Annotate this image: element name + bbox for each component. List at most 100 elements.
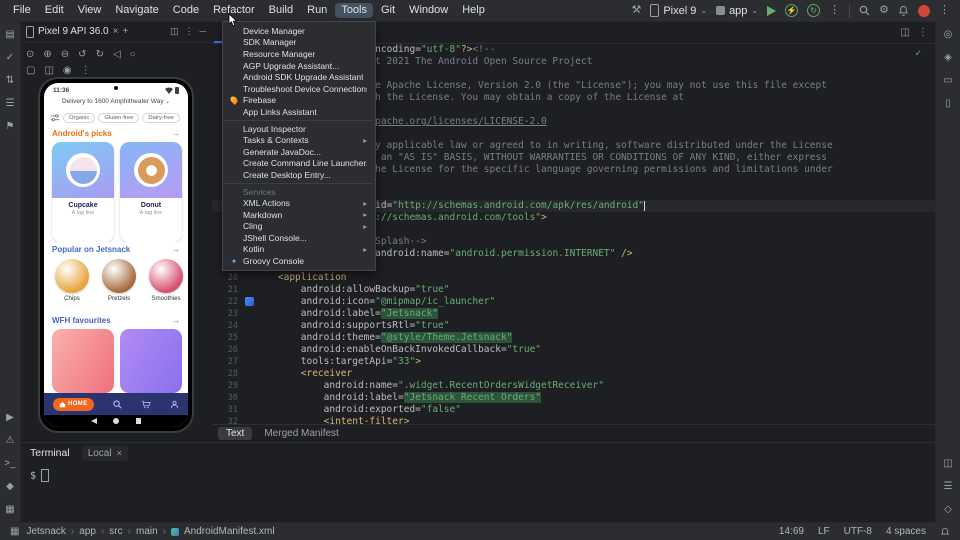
code-line[interactable]: 23 android:label="Jetsnack" bbox=[212, 308, 936, 320]
split-editor-icon[interactable]: ◫ bbox=[901, 27, 910, 38]
popular-snack-smoothies[interactable]: Smoothies bbox=[148, 259, 184, 313]
launcher-icon-preview[interactable] bbox=[245, 297, 254, 306]
split-panel-icon[interactable]: ◫ bbox=[170, 26, 179, 37]
code-line[interactable]: 22 android:icon="@mipmap/ic_launcher" bbox=[212, 296, 936, 308]
filter-chip-dairy-free[interactable]: Dairy-free bbox=[142, 113, 179, 123]
account-avatar[interactable] bbox=[918, 5, 930, 17]
panel-options-icon[interactable]: ⋮ bbox=[185, 26, 194, 37]
close-device-tab-icon[interactable]: × bbox=[113, 26, 119, 37]
menu-view[interactable]: View bbox=[72, 3, 108, 18]
code-line[interactable]: 20 <application bbox=[212, 272, 936, 284]
popular-snack-chips[interactable]: Chips bbox=[54, 259, 90, 313]
volume-up-icon[interactable]: ⊕ bbox=[43, 49, 51, 60]
device-tab-label[interactable]: Pixel 9 API 36.0 bbox=[38, 26, 109, 37]
pull-requests-icon[interactable]: ⇅ bbox=[6, 75, 14, 87]
snack-card-donut[interactable]: DonutA tag line bbox=[120, 142, 182, 242]
notifications-icon[interactable] bbox=[898, 5, 909, 16]
breadcrumb-item-androidmanifest-xml[interactable]: AndroidManifest.xml bbox=[184, 526, 275, 537]
android-home-button[interactable] bbox=[113, 418, 119, 424]
terminal-output[interactable]: $ bbox=[20, 463, 936, 488]
tools-menu-item-app-links-assistant[interactable]: App Links Assistant bbox=[223, 106, 375, 118]
notifications-icon[interactable] bbox=[940, 527, 950, 537]
tools-menu-item-groovy-console[interactable]: ✦Groovy Console bbox=[223, 255, 375, 267]
gradle-icon[interactable]: ◈ bbox=[944, 52, 952, 64]
device-selector-button[interactable]: Pixel 9 ⌄ bbox=[650, 4, 707, 17]
code-line[interactable]: 25 android:theme="@style/Theme.Jetsnack" bbox=[212, 332, 936, 344]
notifications-icon[interactable]: ◎ bbox=[944, 29, 953, 41]
see-more-arrow-icon[interactable]: → bbox=[172, 245, 180, 254]
apply-changes-icon[interactable]: ⚡ bbox=[785, 4, 798, 17]
running-devices-icon[interactable]: ▯ bbox=[945, 98, 951, 110]
terminal-icon[interactable]: >_ bbox=[4, 458, 15, 470]
breadcrumb-item-app[interactable]: app bbox=[79, 526, 96, 537]
device-mirror[interactable]: 11:36 Delivery to 1600 Amphitheater Way … bbox=[40, 79, 192, 431]
see-more-arrow-icon[interactable]: → bbox=[172, 316, 180, 325]
services-icon[interactable]: ▦ bbox=[5, 504, 14, 516]
structure-icon[interactable]: ☰ bbox=[6, 98, 15, 110]
tools-menu-item-jshell-console[interactable]: JShell Console... bbox=[223, 232, 375, 244]
logcat-icon[interactable]: ☰ bbox=[944, 481, 953, 493]
add-device-tab-icon[interactable]: + bbox=[122, 26, 128, 37]
tools-menu-item-device-manager[interactable]: Device Manager bbox=[223, 25, 375, 37]
rotate-right-icon[interactable]: ↻ bbox=[96, 49, 104, 60]
settings-icon[interactable]: ⚙ bbox=[879, 5, 889, 16]
android-recents-button[interactable] bbox=[136, 418, 142, 424]
filter-chip-organic[interactable]: Organic bbox=[63, 113, 95, 123]
tools-menu-item-resource-manager[interactable]: Resource Manager bbox=[223, 48, 375, 60]
build-icon[interactable]: ⚒ bbox=[631, 5, 641, 16]
bookmarks-icon[interactable]: ⚑ bbox=[6, 121, 15, 133]
hide-panel-icon[interactable]: ─ bbox=[200, 26, 206, 37]
menu-edit[interactable]: Edit bbox=[39, 3, 70, 18]
delivery-address-button[interactable]: Delivery to 1600 Amphitheater Way ⌄ bbox=[44, 98, 188, 109]
popular-snack-pretzels[interactable]: Pretzels bbox=[101, 259, 137, 313]
manifest-tab-merged-manifest[interactable]: Merged Manifest bbox=[256, 427, 346, 440]
run-button[interactable] bbox=[767, 6, 776, 16]
android-back-button[interactable] bbox=[91, 418, 97, 424]
code-line[interactable]: 27 tools:targetApi="33"> bbox=[212, 356, 936, 368]
nav-search-icon[interactable] bbox=[113, 400, 122, 409]
filter-chip-gluten-free[interactable]: Gluten-free bbox=[98, 113, 139, 123]
close-icon[interactable]: × bbox=[117, 448, 122, 458]
menu-build[interactable]: Build bbox=[263, 3, 299, 18]
tools-menu-item-generate-javadoc[interactable]: Generate JavaDoc... bbox=[223, 146, 375, 158]
run-tool-icon[interactable]: ▶ bbox=[6, 412, 14, 424]
volume-down-icon[interactable]: ⊖ bbox=[61, 49, 69, 60]
tools-menu-item-agp-upgrade-assistant[interactable]: AGP Upgrade Assistant... bbox=[223, 60, 375, 72]
tools-menu-item-markdown[interactable]: Markdown▸ bbox=[223, 209, 375, 221]
code-line[interactable]: 31 android:exported="false" bbox=[212, 404, 936, 416]
encoding[interactable]: UTF-8 bbox=[844, 526, 872, 537]
snack-card-cupcake[interactable]: CupcakeA tag line bbox=[52, 142, 114, 242]
terminal-tab-local[interactable]: Local × bbox=[82, 446, 128, 461]
power-icon[interactable]: ⊙ bbox=[26, 49, 34, 60]
tools-menu-item-firebase[interactable]: Firebase bbox=[223, 95, 375, 107]
manifest-tab-text[interactable]: Text bbox=[218, 427, 252, 440]
tools-menu-item-kotlin[interactable]: Kotlin▸ bbox=[223, 244, 375, 256]
nav-home-button[interactable]: HOME bbox=[53, 398, 94, 411]
tools-menu-item-sdk-manager[interactable]: SDK Manager bbox=[223, 37, 375, 49]
layout-inspector-icon[interactable]: ◫ bbox=[943, 458, 952, 470]
nav-cart-icon[interactable] bbox=[141, 400, 151, 409]
code-line[interactable]: 21 android:allowBackup="true" bbox=[212, 284, 936, 296]
tools-menu-item-create-desktop-entry[interactable]: Create Desktop Entry... bbox=[223, 169, 375, 181]
menu-code[interactable]: Code bbox=[167, 3, 205, 18]
see-more-arrow-icon[interactable]: → bbox=[172, 129, 180, 138]
device-manager-icon[interactable]: ▭ bbox=[943, 75, 952, 87]
menu-run[interactable]: Run bbox=[301, 3, 333, 18]
breadcrumb-item-src[interactable]: src bbox=[109, 526, 122, 537]
code-line[interactable]: 28 <receiver bbox=[212, 368, 936, 380]
breadcrumb-item-main[interactable]: main bbox=[136, 526, 158, 537]
record-icon[interactable]: ◉ bbox=[63, 65, 72, 76]
filter-icon[interactable] bbox=[50, 114, 60, 122]
code-line[interactable]: 29 android:name=".widget.RecentOrdersWid… bbox=[212, 380, 936, 392]
menu-file[interactable]: File bbox=[7, 3, 37, 18]
line-ending[interactable]: LF bbox=[818, 526, 830, 537]
nav-profile-icon[interactable] bbox=[170, 400, 179, 409]
tools-menu-item-cling[interactable]: Cling▸ bbox=[223, 221, 375, 233]
tools-menu-item-layout-inspector[interactable]: Layout Inspector bbox=[223, 123, 375, 135]
tools-menu-item-create-command-line-launcher[interactable]: Create Command Line Launcher... bbox=[223, 158, 375, 170]
project-icon[interactable]: ▤ bbox=[5, 29, 14, 41]
more-run-actions-icon[interactable]: ⋮ bbox=[829, 5, 840, 16]
screenshot-icon[interactable]: ◫ bbox=[44, 65, 53, 76]
breadcrumb-item-jetsnack[interactable]: Jetsnack bbox=[26, 526, 65, 537]
tools-menu-item-android-sdk-upgrade-assistant[interactable]: Android SDK Upgrade Assistant bbox=[223, 71, 375, 83]
